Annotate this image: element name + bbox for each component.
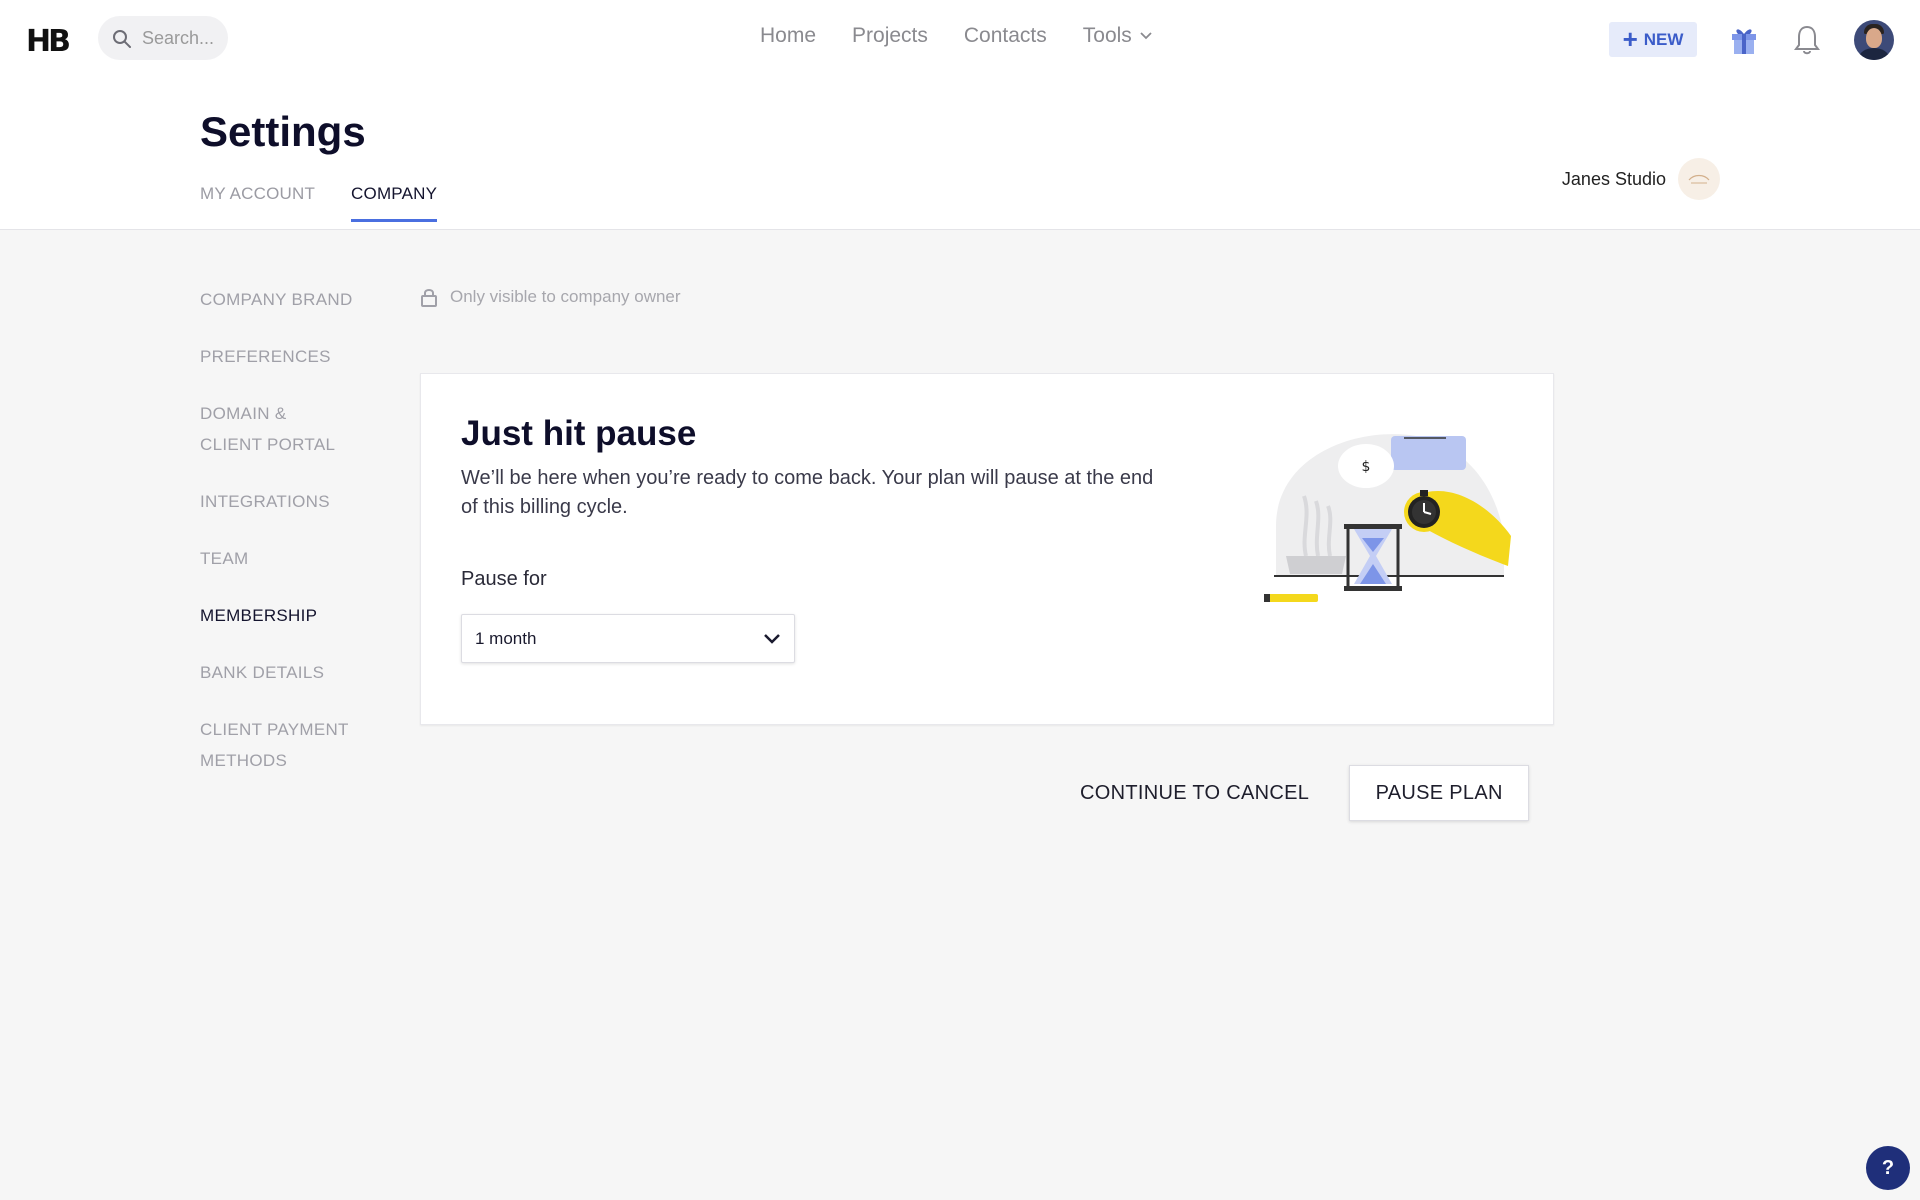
user-avatar[interactable] [1854, 20, 1894, 60]
tab-my-account[interactable]: MY ACCOUNT [200, 184, 315, 222]
pause-illustration: $ [1264, 434, 1511, 602]
company-logo [1678, 158, 1720, 200]
visibility-note-text: Only visible to company owner [450, 287, 681, 306]
card-description: We’ll be here when you’re ready to come … [461, 467, 1154, 518]
card-title: Just hit pause [461, 414, 697, 453]
settings-sidebar: COMPANY BRAND PREFERENCES DOMAIN & CLIEN… [200, 284, 380, 802]
new-button[interactable]: + NEW [1609, 22, 1697, 57]
sidebar-item-integrations[interactable]: INTEGRATIONS [200, 486, 380, 517]
search-icon [113, 30, 131, 48]
chevron-down-icon [1140, 32, 1152, 40]
pause-duration-value: 1 month [475, 628, 537, 648]
plus-icon: + [1622, 23, 1638, 54]
help-button[interactable]: ? [1866, 1146, 1910, 1190]
nav-tools[interactable]: Tools [1083, 24, 1152, 48]
app-logo[interactable]: HB [26, 24, 71, 59]
settings-tabs: MY ACCOUNT COMPANY [200, 184, 438, 222]
bell-icon[interactable] [1794, 24, 1820, 56]
nav-tools-label: Tools [1082, 24, 1132, 47]
gift-icon[interactable] [1730, 24, 1758, 56]
main-nav: Home Projects Contacts Tools [760, 24, 1152, 48]
tab-company[interactable]: COMPANY [351, 184, 438, 222]
company-name: Janes Studio [1561, 168, 1666, 189]
pause-plan-button[interactable]: PAUSE PLAN [1349, 765, 1530, 821]
top-navigation-bar: HB Home Projects Contacts Tools + NEW [0, 0, 1920, 76]
sidebar-item-client-payment-methods[interactable]: CLIENT PAYMENT METHODS [200, 714, 360, 776]
visibility-note: Only visible to company owner [420, 287, 681, 307]
chevron-down-icon [764, 634, 780, 644]
pause-for-label: Pause for [461, 568, 547, 590]
nav-home[interactable]: Home [760, 24, 816, 48]
page-title: Settings [200, 108, 366, 155]
search-input[interactable] [142, 26, 222, 50]
sidebar-item-company-brand[interactable]: COMPANY BRAND [200, 284, 380, 315]
settings-header: Settings MY ACCOUNT COMPANY Janes Studio [0, 76, 1920, 230]
pause-duration-select[interactable]: 1 month [461, 614, 795, 663]
lock-icon [421, 289, 437, 307]
pause-plan-card: Just hit pause We’ll be here when you’re… [420, 373, 1554, 725]
company-switcher[interactable]: Janes Studio [1562, 158, 1720, 200]
dollar-sign-label: $ [1362, 459, 1371, 475]
sidebar-item-membership[interactable]: MEMBERSHIP [200, 600, 380, 631]
search-box[interactable] [98, 16, 228, 60]
nav-contacts[interactable]: Contacts [964, 24, 1047, 48]
sidebar-item-domain-client-portal[interactable]: DOMAIN & CLIENT PORTAL [200, 398, 350, 460]
sidebar-item-team[interactable]: TEAM [200, 543, 380, 574]
new-button-label: NEW [1643, 29, 1684, 49]
nav-projects[interactable]: Projects [852, 24, 928, 48]
pause-actions: CONTINUE TO CANCEL PAUSE PLAN [1080, 765, 1530, 821]
sidebar-item-bank-details[interactable]: BANK DETAILS [200, 657, 380, 688]
sidebar-item-preferences[interactable]: PREFERENCES [200, 341, 380, 372]
continue-to-cancel-button[interactable]: CONTINUE TO CANCEL [1080, 782, 1309, 805]
